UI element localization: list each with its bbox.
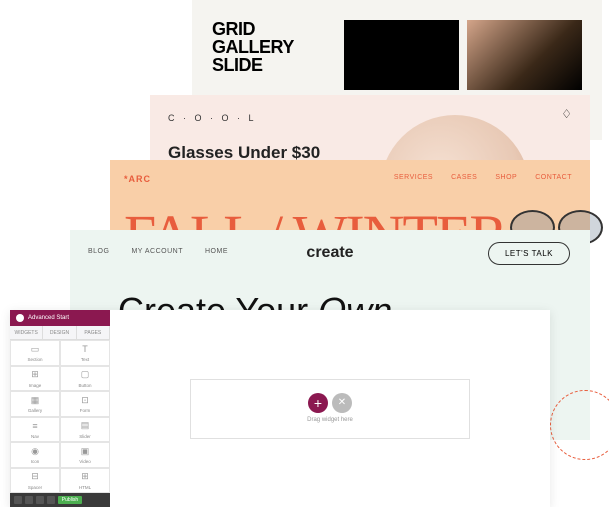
widget-label: Gallery: [28, 408, 42, 413]
bag-icon[interactable]: ♢: [561, 107, 572, 121]
widget-spacer[interactable]: ⊟ Spacer: [10, 468, 60, 494]
widget-slider[interactable]: ▤ Slider: [60, 417, 110, 443]
widget-icon: ⊟: [29, 471, 41, 483]
arc-nav: SERVICES CASES SHOP CONTACT: [394, 174, 572, 181]
widget-grid: ▭ Section T Text ⊞ Image ▢ Button ▦ Gallery ⊡ Form ≡…: [10, 340, 110, 493]
widget-label: Section: [27, 357, 42, 362]
widget-icon: ▤: [79, 420, 91, 432]
create-logo: create: [306, 244, 353, 262]
website-builder: Advanced Start WIDGETS DESIGN PAGES ▭ Sec…: [10, 310, 550, 507]
dropzone[interactable]: + ✕ Drag widget here: [190, 379, 470, 439]
widget-label: Form: [80, 408, 91, 413]
nav-cases[interactable]: CASES: [451, 174, 477, 181]
widget-icon: ≡: [29, 420, 41, 432]
widget-label: Spacer: [28, 485, 42, 490]
builder-canvas[interactable]: + ✕ Drag widget here: [110, 310, 550, 507]
widget-nav[interactable]: ≡ Nav: [10, 417, 60, 443]
nav-blog[interactable]: BLOG: [88, 248, 109, 255]
settings-icon[interactable]: ✕: [332, 393, 352, 413]
cool-logo: C · O · O · L: [168, 113, 572, 123]
widget-button[interactable]: ▢ Button: [60, 366, 110, 392]
widget-video[interactable]: ▣ Video: [60, 442, 110, 468]
widget-label: Image: [29, 383, 42, 388]
dropzone-icons: + ✕: [308, 393, 352, 413]
header-dot: [16, 314, 24, 322]
tab-design[interactable]: DESIGN: [43, 326, 76, 339]
header-title: Advanced Start: [28, 315, 69, 321]
widget-label: Button: [78, 383, 91, 388]
widget-icon: ▢: [79, 369, 91, 381]
black-thumbnail: [344, 20, 459, 90]
dropzone-label: Drag widget here: [307, 417, 353, 424]
widget-icon: ◉: [29, 445, 41, 457]
widget-icon: ⊞: [29, 369, 41, 381]
widget-label: Text: [81, 357, 89, 362]
widget-label: Icon: [31, 459, 40, 464]
widget-label: Slider: [79, 434, 91, 439]
nav-contact[interactable]: CONTACT: [535, 174, 572, 181]
widget-icon: T: [79, 343, 91, 355]
add-icon[interactable]: +: [308, 393, 328, 413]
widget-form[interactable]: ⊡ Form: [60, 391, 110, 417]
footer-btn-3[interactable]: [36, 496, 44, 504]
nav-shop[interactable]: SHOP: [495, 174, 517, 181]
nav-services[interactable]: SERVICES: [394, 174, 433, 181]
widget-gallery[interactable]: ▦ Gallery: [10, 391, 60, 417]
widget-icon: ▣: [79, 445, 91, 457]
widget-icon: ⊡: [79, 394, 91, 406]
footer-btn-4[interactable]: [47, 496, 55, 504]
widget-label: Video: [79, 459, 90, 464]
footer-btn-1[interactable]: [14, 496, 22, 504]
widget-icon: ▭: [29, 343, 41, 355]
widget-section[interactable]: ▭ Section: [10, 340, 60, 366]
sidebar-footer: Publish: [10, 493, 110, 507]
sidebar-header: Advanced Start: [10, 310, 110, 326]
nav-account[interactable]: MY ACCOUNT: [131, 248, 183, 255]
widget-html[interactable]: ⊞ HTML: [60, 468, 110, 494]
tab-pages[interactable]: PAGES: [77, 326, 110, 339]
publish-button[interactable]: Publish: [58, 496, 82, 504]
widget-icon[interactable]: ◉ Icon: [10, 442, 60, 468]
photo-thumbnail: [467, 20, 582, 90]
builder-sidebar: Advanced Start WIDGETS DESIGN PAGES ▭ Sec…: [10, 310, 110, 507]
widget-label: Nav: [31, 434, 39, 439]
widget-image[interactable]: ⊞ Image: [10, 366, 60, 392]
widget-icon: ▦: [29, 394, 41, 406]
grid-images: [344, 20, 582, 90]
widget-icon: ⊞: [79, 471, 91, 483]
dashed-circle: [550, 390, 609, 460]
widget-text[interactable]: T Text: [60, 340, 110, 366]
lets-talk-button[interactable]: LET'S TALK: [488, 242, 570, 265]
nav-home[interactable]: HOME: [205, 248, 228, 255]
footer-btn-2[interactable]: [25, 496, 33, 504]
tab-widgets[interactable]: WIDGETS: [10, 326, 43, 339]
sidebar-tabs: WIDGETS DESIGN PAGES: [10, 326, 110, 340]
widget-label: HTML: [79, 485, 91, 490]
